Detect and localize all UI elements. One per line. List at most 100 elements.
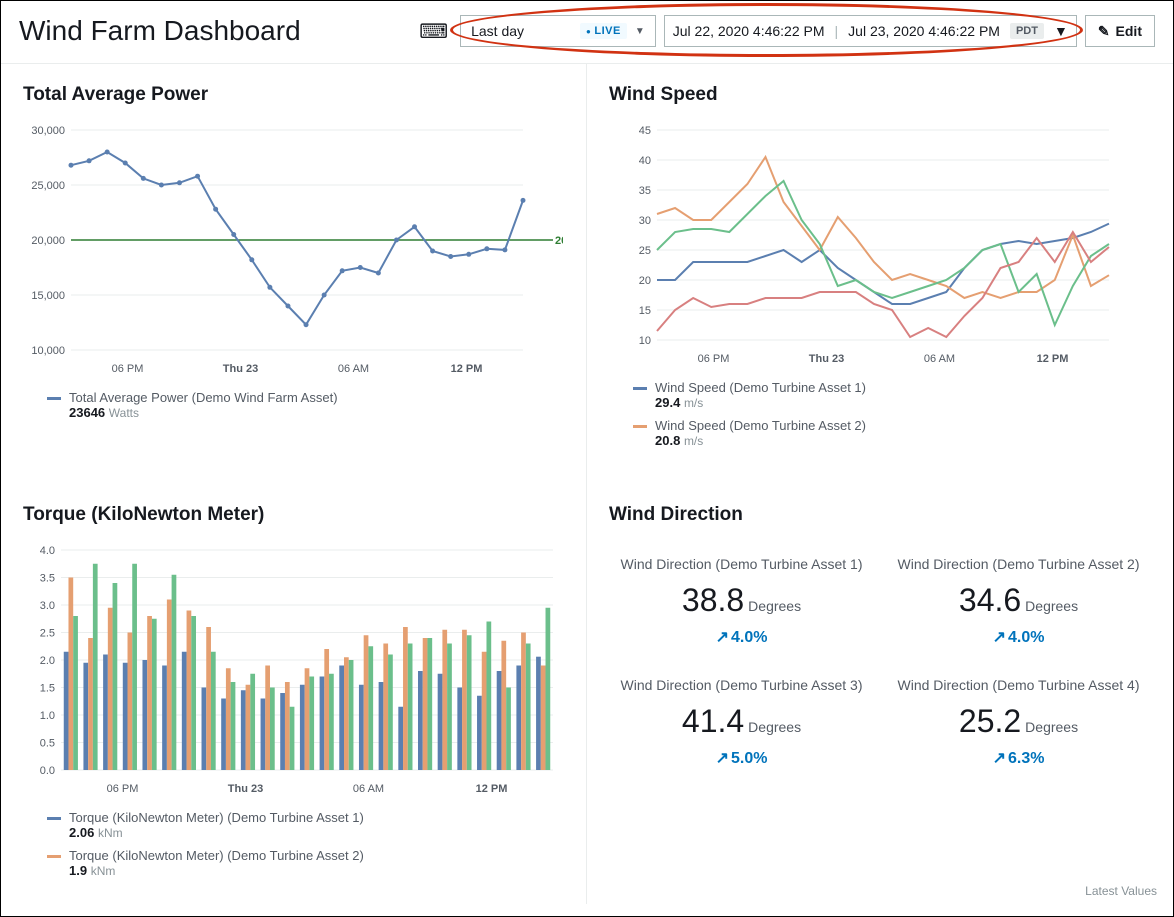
svg-text:1.0: 1.0 bbox=[40, 710, 55, 722]
live-badge: LIVE bbox=[580, 23, 627, 39]
svg-text:06 AM: 06 AM bbox=[924, 353, 955, 365]
timezone-badge: PDT bbox=[1010, 23, 1044, 39]
time-range-select[interactable]: Last day LIVE ▼ bbox=[460, 15, 656, 47]
kpi-unit: Degrees bbox=[1025, 719, 1078, 735]
legend-item: Total Average Power (Demo Wind Farm Asse… bbox=[47, 390, 564, 420]
panel-torque: Torque (KiloNewton Meter) 0.00.51.01.52.… bbox=[1, 484, 587, 904]
svg-text:Thu 23: Thu 23 bbox=[228, 783, 263, 795]
legend-item: Wind Speed (Demo Turbine Asset 2)20.8 m/… bbox=[633, 418, 1151, 448]
svg-text:4.0: 4.0 bbox=[40, 545, 55, 557]
svg-text:15: 15 bbox=[639, 305, 651, 317]
latest-values-label: Latest Values bbox=[1085, 884, 1157, 898]
svg-text:2.0: 2.0 bbox=[40, 655, 55, 667]
svg-text:0.0: 0.0 bbox=[40, 765, 55, 777]
kpi-trend: ↗4.0% bbox=[613, 627, 870, 647]
kpi-trend: ↗4.0% bbox=[890, 627, 1147, 647]
svg-text:06 AM: 06 AM bbox=[338, 363, 369, 375]
legend-name: Torque (KiloNewton Meter) (Demo Turbine … bbox=[69, 810, 364, 825]
kpi-trend: ↗6.3% bbox=[890, 748, 1147, 768]
range-divider: | bbox=[835, 23, 839, 39]
kpi-label: Wind Direction (Demo Turbine Asset 1) bbox=[613, 556, 870, 572]
svg-text:25: 25 bbox=[639, 245, 651, 257]
chevron-down-icon: ▼ bbox=[635, 26, 645, 37]
date-range-picker[interactable]: Jul 22, 2020 4:46:22 PM | Jul 23, 2020 4… bbox=[664, 15, 1077, 47]
svg-text:2.5: 2.5 bbox=[40, 628, 55, 640]
legend-unit: m/s bbox=[684, 396, 703, 410]
edit-label: Edit bbox=[1116, 23, 1142, 39]
legend-item: Wind Speed (Demo Turbine Asset 1)29.4 m/… bbox=[633, 380, 1151, 410]
page-title: Wind Farm Dashboard bbox=[19, 15, 301, 47]
kpi-value: 41.4 bbox=[682, 703, 744, 740]
legend-name: Torque (KiloNewton Meter) (Demo Turbine … bbox=[69, 848, 364, 863]
svg-text:06 PM: 06 PM bbox=[698, 353, 730, 365]
svg-text:3.0: 3.0 bbox=[40, 600, 55, 612]
trend-up-icon: ↗ bbox=[716, 750, 729, 767]
kpi-card: Wind Direction (Demo Turbine Asset 3) 41.… bbox=[613, 677, 870, 768]
svg-text:30: 30 bbox=[639, 215, 651, 227]
chart-power[interactable]: 10,000 15,000 20,000 25,000 30,000 06 PM Thu 2… bbox=[23, 120, 564, 380]
trend-up-icon: ↗ bbox=[993, 750, 1006, 767]
start-time: Jul 22, 2020 4:46:22 PM bbox=[673, 23, 825, 39]
svg-text:06 AM: 06 AM bbox=[353, 783, 384, 795]
svg-text:30,000: 30,000 bbox=[31, 125, 65, 137]
chevron-down-icon: ▼ bbox=[1054, 23, 1068, 39]
chart-wind-speed[interactable]: 101520253035404506 PMThu 2306 AM12 PM bbox=[609, 120, 1151, 370]
svg-text:10,000: 10,000 bbox=[31, 345, 65, 357]
kpi-unit: Degrees bbox=[748, 598, 801, 614]
kpi-label: Wind Direction (Demo Turbine Asset 3) bbox=[613, 677, 870, 693]
kpi-value: 34.6 bbox=[959, 582, 1021, 619]
legend-value: 23646 bbox=[69, 405, 105, 420]
svg-text:20000: 20000 bbox=[555, 235, 563, 247]
legend-value: 1.9 bbox=[69, 863, 87, 878]
panel-title: Total Average Power bbox=[23, 84, 564, 106]
svg-text:06 PM: 06 PM bbox=[112, 363, 144, 375]
kpi-trend: ↗5.0% bbox=[613, 748, 870, 768]
svg-text:Thu 23: Thu 23 bbox=[223, 363, 258, 375]
legend-unit: kNm bbox=[98, 826, 123, 840]
svg-text:3.5: 3.5 bbox=[40, 573, 55, 585]
legend-value: 2.06 bbox=[69, 825, 94, 840]
svg-text:12 PM: 12 PM bbox=[476, 783, 508, 795]
legend-item: Torque (KiloNewton Meter) (Demo Turbine … bbox=[47, 848, 564, 878]
svg-text:35: 35 bbox=[639, 185, 651, 197]
kpi-value: 38.8 bbox=[682, 582, 744, 619]
svg-text:25,000: 25,000 bbox=[31, 180, 65, 192]
kpi-label: Wind Direction (Demo Turbine Asset 4) bbox=[890, 677, 1147, 693]
chart-torque[interactable]: 0.0 0.5 1.0 1.5 2.0 2.5 3.0 3.5 4.0 06 PM Thu 23 06… bbox=[23, 540, 564, 800]
svg-text:12 PM: 12 PM bbox=[451, 363, 483, 375]
svg-text:15,000: 15,000 bbox=[31, 290, 65, 302]
svg-text:1.5: 1.5 bbox=[40, 683, 55, 695]
panel-wind-speed: Wind Speed 101520253035404506 PMThu 2306… bbox=[587, 64, 1173, 484]
legend-item: Torque (KiloNewton Meter) (Demo Turbine … bbox=[47, 810, 564, 840]
panel-title: Wind Speed bbox=[609, 84, 1151, 106]
svg-text:10: 10 bbox=[639, 335, 651, 347]
trend-up-icon: ↗ bbox=[716, 629, 729, 646]
kpi-value: 25.2 bbox=[959, 703, 1021, 740]
kpi-unit: Degrees bbox=[1025, 598, 1078, 614]
kpi-label: Wind Direction (Demo Turbine Asset 2) bbox=[890, 556, 1147, 572]
svg-text:45: 45 bbox=[639, 125, 651, 137]
legend-name: Wind Speed (Demo Turbine Asset 1) bbox=[655, 380, 866, 395]
legend-unit: Watts bbox=[109, 406, 139, 420]
edit-button[interactable]: ✎ Edit bbox=[1085, 15, 1155, 47]
kpi-card: Wind Direction (Demo Turbine Asset 4) 25.… bbox=[890, 677, 1147, 768]
keyboard-icon[interactable]: ⌨ bbox=[419, 19, 448, 44]
svg-text:40: 40 bbox=[639, 155, 651, 167]
legend-unit: m/s bbox=[684, 434, 703, 448]
end-time: Jul 23, 2020 4:46:22 PM bbox=[848, 23, 1000, 39]
legend-value: 29.4 bbox=[655, 395, 680, 410]
legend-name: Wind Speed (Demo Turbine Asset 2) bbox=[655, 418, 866, 433]
kpi-card: Wind Direction (Demo Turbine Asset 2) 34.… bbox=[890, 556, 1147, 647]
panel-wind-direction: Wind Direction Wind Direction (Demo Turb… bbox=[587, 484, 1173, 904]
legend-name: Total Average Power (Demo Wind Farm Asse… bbox=[69, 390, 338, 405]
svg-text:12 PM: 12 PM bbox=[1037, 353, 1069, 365]
time-range-label: Last day bbox=[471, 23, 524, 39]
panel-title: Wind Direction bbox=[609, 504, 1151, 526]
svg-text:06 PM: 06 PM bbox=[107, 783, 139, 795]
svg-text:20,000: 20,000 bbox=[31, 235, 65, 247]
legend-unit: kNm bbox=[91, 864, 116, 878]
svg-text:Thu 23: Thu 23 bbox=[809, 353, 844, 365]
svg-text:0.5: 0.5 bbox=[40, 738, 55, 750]
kpi-unit: Degrees bbox=[748, 719, 801, 735]
trend-up-icon: ↗ bbox=[993, 629, 1006, 646]
